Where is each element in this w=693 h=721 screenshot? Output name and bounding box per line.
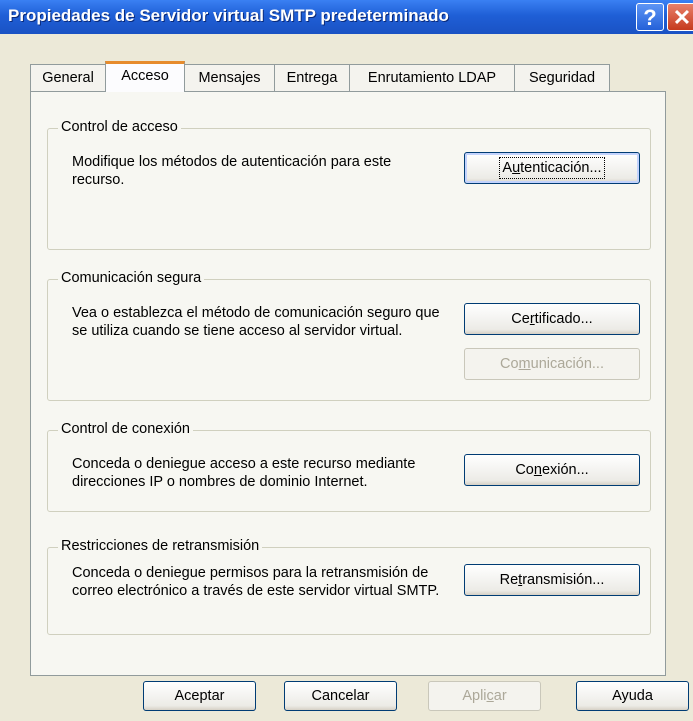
tab-panel-acceso: Control de acceso Modifique los métodos … bbox=[30, 91, 666, 676]
tab-enrutamiento-ldap[interactable]: Enrutamiento LDAP bbox=[349, 64, 515, 91]
secure-communication-group: Comunicación segura Vea o establezca el … bbox=[47, 270, 651, 401]
group-description: Vea o establezca el método de comunicaci… bbox=[72, 305, 440, 339]
relay-button[interactable]: Retransmisión... bbox=[464, 564, 640, 596]
tab-mensajes[interactable]: Mensajes bbox=[184, 64, 275, 91]
certificate-button[interactable]: Certificado... bbox=[464, 303, 640, 335]
group-description: Conceda o deniegue permisos para la retr… bbox=[72, 565, 440, 599]
connection-control-group: Control de conexión Conceda o deniegue a… bbox=[47, 421, 651, 512]
group-legend: Control de acceso bbox=[58, 119, 181, 135]
window-title: Propiedades de Servidor virtual SMTP pre… bbox=[8, 6, 449, 25]
group-legend: Control de conexión bbox=[58, 421, 193, 437]
relay-restrictions-group: Restricciones de retransmisión Conceda o… bbox=[47, 538, 651, 635]
group-description: Conceda o deniegue acceso a este recurso… bbox=[72, 456, 416, 490]
help-button[interactable]: Ayuda bbox=[576, 681, 689, 711]
tab-general[interactable]: General bbox=[30, 64, 106, 91]
help-icon[interactable]: ? bbox=[636, 3, 664, 31]
tab-acceso[interactable]: Acceso bbox=[105, 61, 185, 92]
cancel-button[interactable]: Cancelar bbox=[284, 681, 397, 711]
close-icon[interactable]: ✕ bbox=[667, 3, 693, 31]
ok-button[interactable]: Aceptar bbox=[143, 681, 256, 711]
group-legend: Restricciones de retransmisión bbox=[58, 538, 263, 554]
tab-entrega[interactable]: Entrega bbox=[274, 64, 350, 91]
group-description: Modifique los métodos de autenticación p… bbox=[72, 154, 392, 188]
connection-button[interactable]: Conexión... bbox=[464, 454, 640, 486]
communication-button[interactable]: Comunicación... bbox=[464, 348, 640, 380]
access-control-group: Control de acceso Modifique los métodos … bbox=[47, 119, 651, 250]
title-bar: Propiedades de Servidor virtual SMTP pre… bbox=[0, 0, 693, 34]
authentication-button[interactable]: Autenticación... bbox=[464, 152, 640, 184]
group-legend: Comunicación segura bbox=[58, 270, 205, 286]
apply-button[interactable]: Aplicar bbox=[428, 681, 541, 711]
tab-seguridad[interactable]: Seguridad bbox=[514, 64, 610, 91]
